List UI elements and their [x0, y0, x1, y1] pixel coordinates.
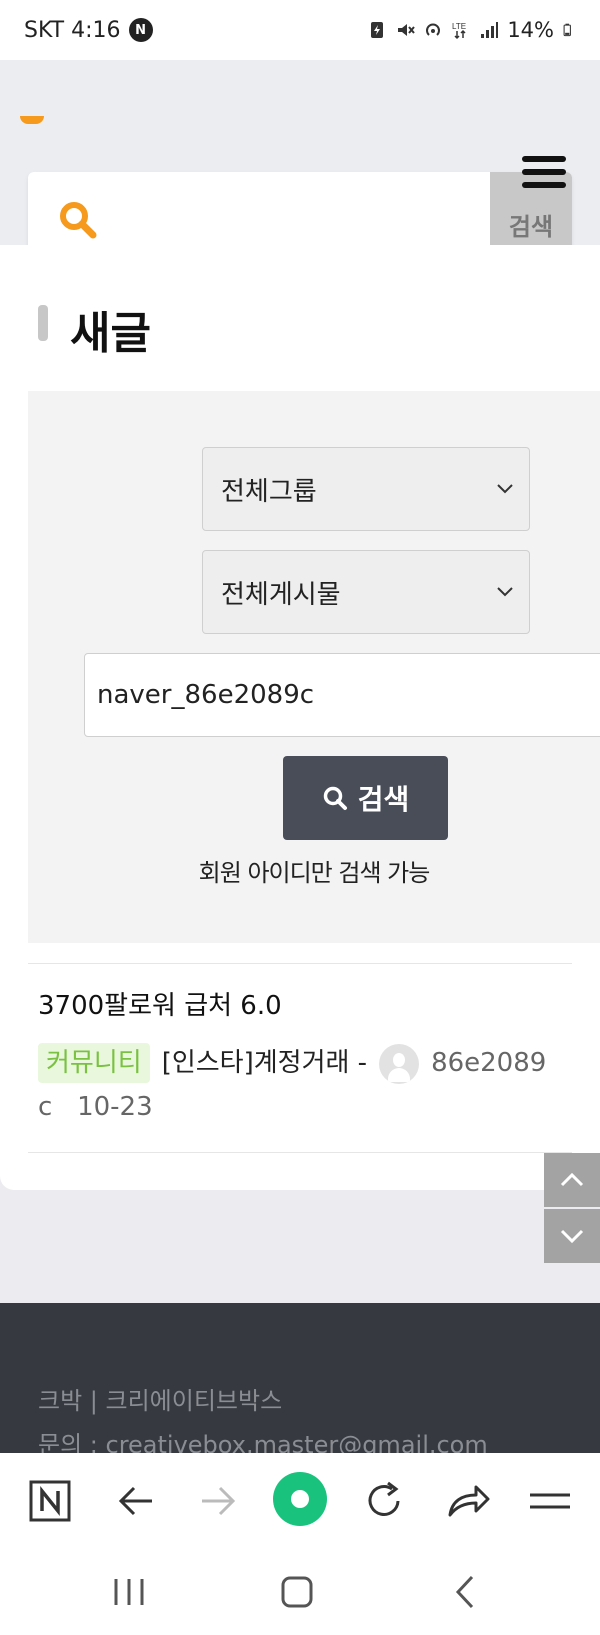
- post-meta: 커뮤니티 [인스타]계정거래 - 86e2089 c 10-23: [38, 1041, 568, 1129]
- author-name-tail: c: [38, 1092, 53, 1122]
- scroll-bottom-button[interactable]: [544, 1209, 600, 1263]
- menu-icon[interactable]: [522, 156, 566, 196]
- post-date: 10-23: [77, 1092, 153, 1122]
- chevron-down-icon: [560, 1229, 584, 1244]
- site-logo[interactable]: [20, 116, 44, 124]
- board-name[interactable]: [인스타]계정거래 -: [162, 1048, 367, 1078]
- forward-arrow-icon[interactable]: [192, 1475, 244, 1527]
- board-select-value: 전체게시물: [221, 579, 341, 610]
- lte-icon: LTE: [452, 22, 466, 40]
- svg-text:LTE: LTE: [452, 22, 466, 31]
- title-accent-bar: [38, 305, 48, 341]
- scroll-top-button[interactable]: [544, 1153, 600, 1207]
- divider: [28, 963, 572, 964]
- post-title-link[interactable]: 3700팔로워 급처 6.0: [38, 985, 282, 1022]
- battery-percent: 14%: [507, 18, 554, 42]
- battery-saver-icon: [371, 22, 384, 38]
- search-filter-panel: 전체그룹 전체게시물 naver_86e2089c 검색 회원 아이디만 검색 …: [28, 391, 600, 943]
- home-icon[interactable]: [276, 1571, 318, 1613]
- signal-icon: [481, 22, 499, 38]
- search-submit-label: 검색: [357, 783, 410, 816]
- site-footer: 크박 | 크리에이티브박스 문의 : creativebox.master@gm…: [0, 1303, 600, 1459]
- chevron-down-icon: [497, 484, 513, 494]
- naver-notification-icon: N: [128, 18, 153, 42]
- category-tag[interactable]: 커뮤니티: [38, 1043, 150, 1083]
- naver-home-icon[interactable]: [24, 1475, 76, 1527]
- carrier-time: SKT 4:16: [24, 17, 121, 43]
- refresh-icon[interactable]: [358, 1475, 410, 1527]
- chevron-up-icon: [560, 1172, 584, 1187]
- group-select[interactable]: 전체그룹: [202, 447, 530, 531]
- page-title: 새글: [70, 308, 151, 359]
- site-header: 검색: [0, 60, 600, 268]
- back-arrow-icon[interactable]: [110, 1475, 162, 1527]
- search-hint: 회원 아이디만 검색 가능: [198, 859, 431, 887]
- divider: [28, 1152, 572, 1153]
- recent-apps-icon[interactable]: [108, 1571, 150, 1613]
- browser-toolbar: [0, 1453, 600, 1549]
- search-icon: [60, 202, 97, 239]
- member-id-input[interactable]: naver_86e2089c: [84, 653, 600, 737]
- system-navigation-bar: [0, 1549, 600, 1635]
- chevron-down-icon: [497, 587, 513, 597]
- search-icon: [323, 786, 347, 810]
- footer-brand: 크박 | 크리에이티브박스: [38, 1387, 283, 1415]
- back-icon[interactable]: [446, 1571, 488, 1613]
- share-icon[interactable]: [442, 1475, 494, 1527]
- search-submit-button[interactable]: 검색: [283, 756, 448, 840]
- group-select-value: 전체그룹: [221, 476, 317, 507]
- avatar: [379, 1043, 420, 1084]
- battery-icon: [563, 23, 571, 37]
- main-content: 새글 전체그룹 전체게시물 naver_86e2089c 검색 회원 아이디만 …: [0, 245, 600, 1190]
- mute-icon: [398, 24, 416, 36]
- hotspot-icon: [426, 23, 441, 36]
- status-bar: SKT 4:16 N LTE 14%: [0, 0, 600, 60]
- board-select[interactable]: 전체게시물: [202, 550, 530, 634]
- author-name[interactable]: 86e2089: [431, 1048, 546, 1078]
- naver-green-button[interactable]: [272, 1471, 328, 1527]
- browser-menu-icon[interactable]: [524, 1475, 576, 1527]
